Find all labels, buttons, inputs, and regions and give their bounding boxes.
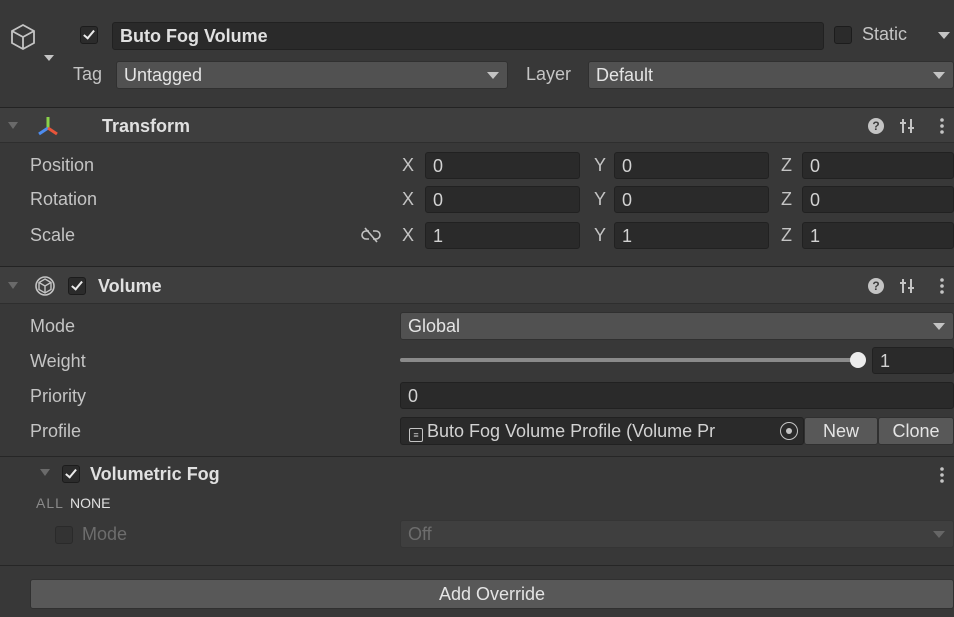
position-z-field[interactable]: 0 (802, 152, 954, 179)
profile-value: Buto Fog Volume Profile (Volume Pr (427, 421, 716, 441)
rotation-y-field[interactable]: 0 (614, 186, 769, 213)
object-picker-icon[interactable] (780, 422, 798, 440)
override-none-link[interactable]: NONE (70, 495, 110, 511)
scale-label: Scale (30, 225, 76, 245)
override-mode-checkbox[interactable] (55, 526, 73, 544)
override-mode-value: Off (408, 524, 432, 544)
more-options-icon[interactable] (940, 277, 944, 295)
transform-icon (36, 114, 60, 138)
chevron-down-icon (933, 323, 945, 330)
fold-arrow-icon[interactable] (8, 122, 18, 129)
tag-label: Tag (73, 64, 103, 84)
axis-x-label[interactable]: X (402, 189, 414, 210)
layer-label: Layer (526, 64, 572, 84)
position-x-field[interactable]: 0 (425, 152, 580, 179)
volume-component-icon (34, 275, 56, 297)
axis-x-label[interactable]: X (402, 225, 414, 246)
mode-value: Global (408, 316, 461, 336)
chevron-down-icon (933, 531, 945, 538)
weight-slider-fill (400, 358, 858, 362)
axis-y-label[interactable]: Y (594, 155, 606, 176)
constrain-proportions-icon[interactable] (360, 226, 382, 244)
volume-header[interactable]: Volume ? (0, 266, 954, 304)
weight-slider-thumb[interactable] (850, 352, 866, 368)
tag-value: Untagged (124, 65, 203, 85)
priority-label: Priority (30, 386, 87, 406)
gameobject-icon (8, 22, 38, 52)
weight-label: Weight (30, 351, 86, 371)
axis-y-label[interactable]: Y (594, 225, 606, 246)
axis-y-label[interactable]: Y (594, 189, 606, 210)
priority-field[interactable]: 0 (400, 382, 954, 409)
scale-z-field[interactable]: 1 (802, 222, 954, 249)
scale-y-field[interactable]: 1 (614, 222, 769, 249)
add-override-button[interactable]: Add Override (30, 579, 954, 609)
layer-value: Default (596, 65, 654, 85)
rotation-label: Rotation (30, 189, 98, 209)
volume-title: Volume (98, 276, 162, 296)
weight-slider-track[interactable] (400, 352, 866, 368)
rotation-z-field[interactable]: 0 (802, 186, 954, 213)
tag-dropdown[interactable]: Untagged (116, 61, 508, 89)
override-more-options-icon[interactable] (940, 466, 944, 484)
override-all-link[interactable]: ALL (36, 495, 64, 511)
layer-dropdown[interactable]: Default (588, 61, 954, 89)
gameobject-icon-dropdown[interactable] (44, 55, 54, 61)
axis-z-label[interactable]: Z (781, 189, 792, 210)
override-title: Volumetric Fog (90, 464, 220, 484)
transform-header[interactable]: Transform ? (0, 107, 954, 143)
help-icon[interactable]: ? (868, 278, 884, 294)
profile-label: Profile (30, 421, 82, 441)
volume-enabled-checkbox[interactable] (68, 277, 86, 295)
static-checkbox[interactable] (834, 26, 852, 44)
section-divider (0, 456, 954, 457)
position-label: Position (30, 155, 95, 175)
override-fold-arrow-icon[interactable] (40, 469, 50, 476)
axis-x-label[interactable]: X (402, 155, 414, 176)
chevron-down-icon (933, 72, 945, 79)
presets-icon[interactable] (898, 276, 916, 296)
mode-dropdown[interactable]: Global (400, 312, 954, 340)
axis-z-label[interactable]: Z (781, 225, 792, 246)
active-checkbox[interactable] (80, 26, 98, 44)
chevron-down-icon (487, 72, 499, 79)
axis-z-label[interactable]: Z (781, 155, 792, 176)
position-y-field[interactable]: 0 (614, 152, 769, 179)
weight-field[interactable]: 1 (872, 347, 954, 374)
new-profile-button[interactable]: New (804, 417, 878, 445)
override-mode-dropdown: Off (400, 520, 954, 548)
static-dropdown-arrow[interactable] (938, 32, 950, 39)
override-mode-label: Mode (82, 524, 128, 544)
gameobject-name-field[interactable]: Buto Fog Volume (112, 22, 824, 50)
presets-icon[interactable] (898, 116, 916, 136)
scale-x-field[interactable]: 1 (425, 222, 580, 249)
more-options-icon[interactable] (940, 117, 944, 135)
rotation-x-field[interactable]: 0 (425, 186, 580, 213)
override-enabled-checkbox[interactable] (62, 465, 80, 483)
mode-label: Mode (30, 316, 76, 336)
section-divider (0, 565, 954, 566)
fold-arrow-icon[interactable] (8, 282, 18, 289)
profile-field[interactable]: ≡ Buto Fog Volume Profile (Volume Pr (400, 417, 804, 445)
clone-profile-button[interactable]: Clone (878, 417, 954, 445)
transform-title: Transform (102, 116, 191, 136)
help-icon[interactable]: ? (868, 118, 884, 134)
profile-asset-icon: ≡ (409, 428, 423, 442)
static-label: Static (862, 24, 908, 44)
